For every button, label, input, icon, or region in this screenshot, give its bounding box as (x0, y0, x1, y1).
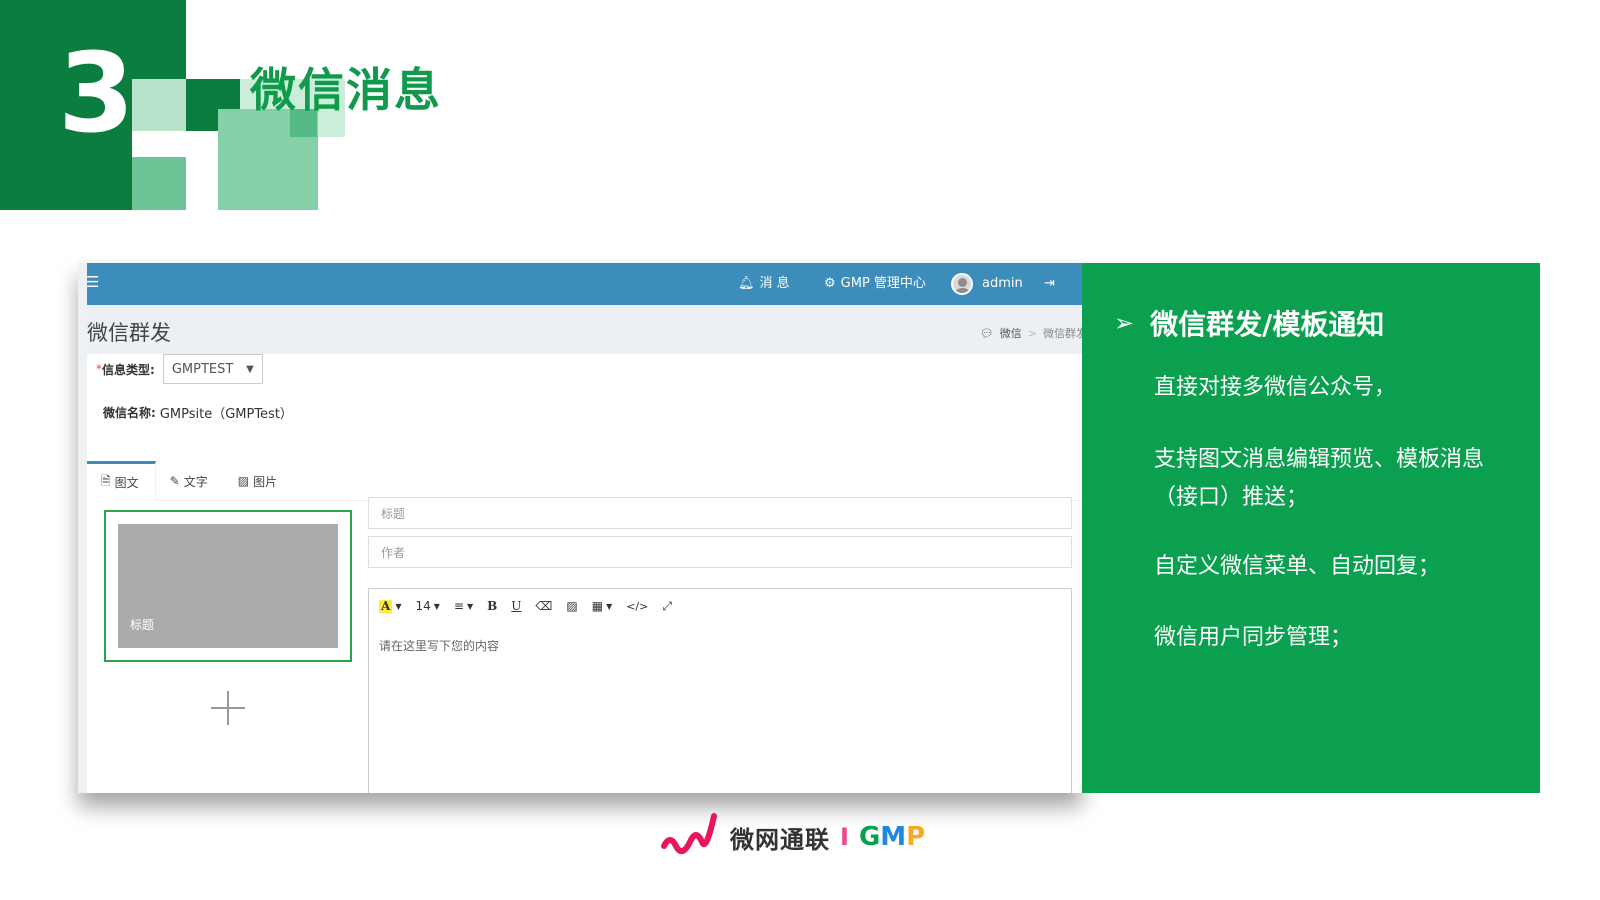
logo-name: 微网通联 (730, 825, 830, 854)
rich-text-editor[interactable]: A ▼ 14 ▼ ≡ ▼ B U ⌫ ▨ ▦ ▼ </> ⤢ 请在这里写下您的内… (368, 588, 1072, 793)
cover-image-placeholder: 标题 (118, 524, 338, 648)
type-row: * 信息类型: GMPTEST ▼ (96, 354, 263, 384)
breadcrumb: 💬︎ 微信 > 微信群发 (980, 325, 1082, 341)
user-name: admin (982, 276, 1023, 291)
notifications-menu[interactable]: 🔔︎ 消 息 (738, 275, 790, 293)
bold-button[interactable]: B (487, 599, 497, 613)
avatar (951, 273, 973, 295)
hamburger-icon[interactable]: ☰ (87, 274, 102, 290)
section-number: 3 (58, 29, 135, 157)
fullscreen-icon[interactable]: ⤢ (662, 599, 672, 614)
type-label: 信息类型: (102, 362, 155, 377)
feature-heading-text: 微信群发/模板通知 (1150, 308, 1385, 341)
footer-logo: 微网通联 I GMP (660, 812, 925, 862)
arrow-right-icon: ➢ (1114, 309, 1135, 337)
logo-mark-icon (661, 813, 717, 855)
app-screenshot: ☰ 🔔︎ 消 息 ⚙ GMP 管理中心 admin ⇥ 微信群发 💬︎ 微信 >… (78, 263, 1082, 793)
content-header: 微信群发 💬︎ 微信 > 微信群发 (87, 305, 1082, 354)
pencil-icon: ✎ (169, 474, 180, 488)
caret-down-icon: ▼ (433, 601, 440, 611)
breadcrumb-item[interactable]: 微信 (1000, 325, 1022, 341)
section-title: 微信消息 (250, 63, 442, 117)
logout-icon[interactable]: ⇥ (1044, 275, 1055, 293)
wechat-icon: 💬︎ (979, 326, 994, 340)
tab-label: 图文 (114, 476, 139, 490)
title-placeholder: 标题 (381, 506, 406, 521)
feature-item: 微信用户同步管理； (1154, 625, 1353, 650)
insert-image-icon[interactable]: ▨ (566, 599, 577, 613)
image-icon: ▨ (237, 474, 250, 488)
page-title: 微信群发 (87, 321, 171, 345)
author-input[interactable]: 作者 (368, 536, 1072, 568)
user-menu[interactable]: admin (951, 273, 1023, 295)
breadcrumb-separator: > (1027, 326, 1037, 340)
tab-text[interactable]: ✎ 文字 (156, 461, 224, 501)
code-button[interactable]: </> (626, 600, 648, 613)
feature-heading: ➢ 微信群发/模板通知 (1114, 303, 1384, 343)
eraser-icon[interactable]: ⌫ (535, 599, 552, 613)
decor-block (132, 157, 186, 210)
notifications-label: 消 息 (759, 276, 790, 291)
decor-block (132, 79, 186, 131)
gears-icon: ⚙ (824, 276, 836, 291)
gmp-center-label: GMP 管理中心 (840, 276, 926, 291)
feature-item: 直接对接多微信公众号， (1154, 375, 1397, 400)
tab-label: 文字 (183, 474, 208, 489)
caret-down-icon: ▼ (606, 601, 613, 611)
chevron-down-icon: ▼ (246, 363, 254, 375)
font-color-button[interactable]: A ▼ (379, 598, 402, 613)
feature-panel: ➢ 微信群发/模板通知 直接对接多微信公众号， 支持图文消息编辑预览、模板消息（… (1082, 263, 1540, 793)
editor-placeholder: 请在这里写下您的内容 (379, 639, 500, 653)
article-cover-card[interactable]: 标题 (104, 510, 352, 662)
font-size-button[interactable]: 14 ▼ (415, 599, 439, 613)
title-input[interactable]: 标题 (368, 497, 1072, 529)
logo-gmp: GMP (858, 822, 926, 852)
feature-item: 自定义微信菜单、自动回复； (1154, 554, 1441, 579)
cover-caption: 标题 (130, 618, 155, 632)
align-button[interactable]: ≡ ▼ (454, 599, 473, 613)
editor-toolbar: A ▼ 14 ▼ ≡ ▼ B U ⌫ ▨ ▦ ▼ </> ⤢ (369, 589, 1071, 623)
caret-down-icon: ▼ (466, 601, 474, 611)
top-navbar: ☰ 🔔︎ 消 息 ⚙ GMP 管理中心 admin ⇥ (87, 263, 1082, 305)
gmp-center-menu[interactable]: ⚙ GMP 管理中心 (824, 275, 926, 293)
type-select[interactable]: GMPTEST ▼ (162, 354, 263, 384)
breadcrumb-current: 微信群发 (1043, 327, 1082, 340)
font-color-icon: A (379, 598, 393, 613)
document-icon: 🗎︎ (101, 474, 111, 488)
font-size-value: 14 (415, 599, 431, 613)
table-icon: ▦ (591, 599, 604, 613)
wechat-name-label: 微信名称: (103, 405, 156, 420)
wechat-name-value: GMPsite（GMPTest） (159, 406, 293, 422)
table-button[interactable]: ▦ ▼ (592, 599, 613, 613)
tab-label: 图片 (253, 474, 278, 489)
content-tabs: 🗎︎ 图文 ✎ 文字 ▨ 图片 (87, 461, 1082, 501)
underline-button[interactable]: U (511, 599, 521, 613)
type-select-value: GMPTEST (171, 361, 234, 377)
bell-icon: 🔔︎ (738, 276, 755, 291)
align-icon: ≡ (453, 599, 464, 613)
author-placeholder: 作者 (381, 545, 406, 560)
logo-separator: I (840, 823, 849, 851)
tab-image[interactable]: ▨ 图片 (224, 461, 293, 501)
add-article-icon[interactable] (211, 691, 245, 725)
wechat-name-row: 微信名称: GMPsite（GMPTest） (103, 403, 293, 422)
feature-item: 支持图文消息编辑预览、模板消息（接口）推送； (1154, 447, 1485, 510)
tab-news[interactable]: 🗎︎ 图文 (87, 461, 156, 501)
caret-down-icon: ▼ (395, 601, 402, 611)
